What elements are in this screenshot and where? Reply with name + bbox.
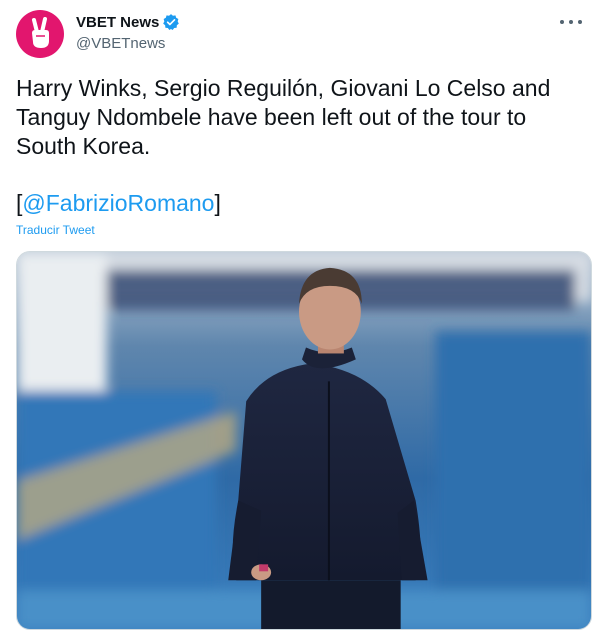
avatar[interactable] (16, 10, 64, 58)
dot (569, 20, 573, 24)
photo-man-in-stadium (17, 252, 591, 629)
bracket-close: ] (214, 190, 221, 216)
verified-badge-icon (163, 14, 180, 31)
dot (578, 20, 582, 24)
tweet-author: VBET News @VBETnews (76, 12, 180, 52)
tweet-card: VBET News @VBETnews Harry Winks, Sergio … (0, 0, 600, 635)
mention-link[interactable]: @FabrizioRomano (22, 190, 214, 216)
tweet-mention-line: [@FabrizioRomano] (16, 189, 221, 218)
dot (560, 20, 564, 24)
peace-hand-icon (32, 17, 49, 48)
tweet-text: Harry Winks, Sergio Reguilón, Giovani Lo… (16, 75, 551, 159)
tweet-media-photo[interactable] (16, 251, 592, 630)
translate-tweet-link[interactable]: Traducir Tweet (16, 223, 95, 237)
more-options-icon[interactable] (560, 14, 582, 30)
author-display-name[interactable]: VBET News (76, 14, 159, 31)
author-handle[interactable]: @VBETnews (76, 35, 180, 52)
